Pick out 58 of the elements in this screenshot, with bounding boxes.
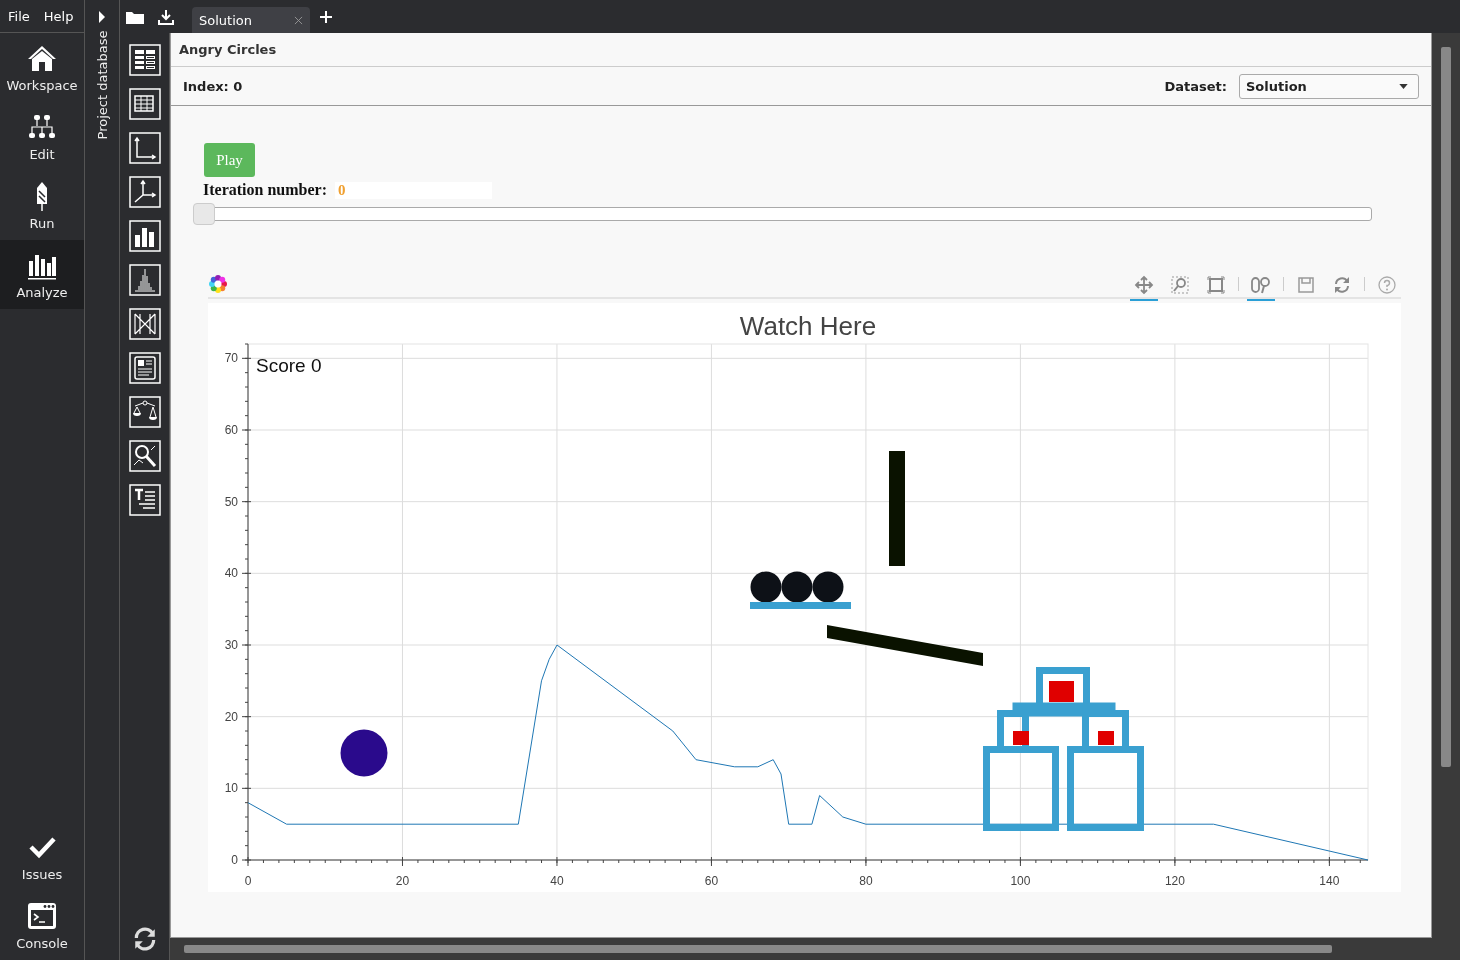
dataset-label: Dataset: bbox=[1164, 78, 1227, 94]
menu-item[interactable]: Help bbox=[43, 8, 74, 24]
terminal-icon bbox=[26, 900, 58, 932]
ball-drawing bbox=[340, 729, 388, 777]
download-icon[interactable] bbox=[158, 8, 174, 25]
bar-chart-icon[interactable] bbox=[128, 220, 161, 252]
nav-item[interactable]: Workspace bbox=[0, 33, 84, 102]
list-icon[interactable] bbox=[128, 44, 161, 76]
vertical-scrollbar[interactable] bbox=[1432, 33, 1460, 938]
y-tick-label: 60 bbox=[224, 423, 238, 437]
text-lines-icon[interactable] bbox=[128, 484, 161, 516]
menu-item[interactable]: File bbox=[8, 8, 30, 24]
y-tick-label: 30 bbox=[224, 638, 238, 652]
index-label: Index: 0 bbox=[183, 78, 243, 94]
nav-item[interactable]: Edit bbox=[0, 102, 84, 171]
x-tick-label: 100 bbox=[1010, 874, 1031, 888]
3d-axes-icon[interactable] bbox=[128, 176, 161, 208]
panel-title: Angry Circles bbox=[171, 33, 1431, 67]
balance-icon[interactable] bbox=[128, 396, 161, 428]
magnifier-chart-icon[interactable] bbox=[128, 440, 161, 472]
x-tick-label: 80 bbox=[859, 874, 873, 888]
table-icon[interactable] bbox=[128, 88, 161, 120]
x-tick-label: 120 bbox=[1164, 874, 1185, 888]
axes-icon[interactable] bbox=[128, 132, 161, 164]
horizontal-scrollbar[interactable] bbox=[170, 938, 1460, 960]
x-tick-label: 20 bbox=[395, 874, 410, 888]
y-tick-label: 70 bbox=[224, 351, 238, 366]
iteration-label: Iteration number: bbox=[203, 181, 327, 199]
expand-arrow-icon[interactable] bbox=[98, 11, 106, 23]
nav-item[interactable]: Run bbox=[0, 171, 84, 240]
iteration-slider[interactable] bbox=[193, 203, 1372, 225]
y-tick-label: 40 bbox=[224, 566, 238, 581]
chart-title: Watch Here bbox=[739, 311, 877, 341]
slider-thumb[interactable] bbox=[193, 203, 215, 225]
y-tick-label: 50 bbox=[224, 494, 238, 509]
nav-item[interactable]: Analyze bbox=[0, 240, 84, 309]
y-tick-label: 20 bbox=[224, 709, 238, 724]
nav-item[interactable]: Console bbox=[0, 891, 84, 960]
x-tick-label: 140 bbox=[1319, 874, 1340, 888]
x-tick-label: 60 bbox=[704, 874, 719, 888]
dataset-dropdown[interactable]: Solution bbox=[1239, 73, 1419, 99]
x-tick-label: 0 bbox=[244, 874, 252, 888]
tab[interactable]: Solution bbox=[192, 7, 310, 33]
x-tick-label: 40 bbox=[550, 874, 564, 888]
histogram-icon[interactable] bbox=[128, 264, 161, 296]
folder-icon[interactable] bbox=[126, 9, 144, 24]
iteration-value: 0 bbox=[335, 181, 492, 199]
close-icon[interactable] bbox=[294, 15, 303, 25]
nav-item[interactable]: Issues bbox=[0, 822, 84, 891]
document-icon[interactable] bbox=[128, 352, 161, 384]
y-tick-label: 0 bbox=[231, 853, 238, 867]
bowtie-icon[interactable] bbox=[128, 308, 161, 340]
add-tab-icon[interactable] bbox=[320, 10, 332, 23]
score-text: Score 0 bbox=[256, 355, 322, 376]
y-tick-label: 10 bbox=[224, 781, 238, 796]
logo-icon bbox=[208, 274, 228, 294]
dropdown-caret-icon bbox=[1399, 83, 1408, 89]
side-panel-title[interactable]: Project database bbox=[93, 33, 111, 137]
